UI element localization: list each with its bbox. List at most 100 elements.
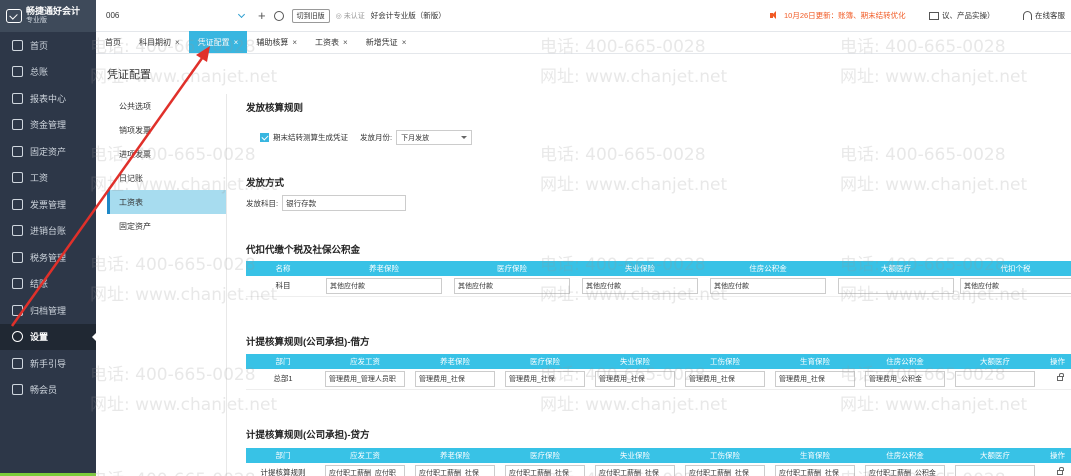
subject-input[interactable]: 管理费用_管理人员职: [325, 370, 405, 387]
subject-input[interactable]: 管理费用_社保: [685, 370, 765, 387]
close-icon[interactable]: ×: [402, 38, 407, 47]
subject-input[interactable]: 管理费用_社保: [775, 370, 855, 387]
sidebar-item-1[interactable]: 总账: [0, 59, 96, 86]
table-header-row: 部门 应发工资 养老保险 医疗保险 失业保险 工伤保险 生育保险 住房公积金 大额医疗 操作: [246, 354, 1071, 369]
submenu-item-0[interactable]: 公共选项: [107, 94, 226, 118]
submenu-item-2[interactable]: 进项发票: [107, 142, 226, 166]
subject-input[interactable]: 应付职工薪酬_社保: [505, 464, 585, 476]
subject-input[interactable]: 应付职工薪酬_应付职: [325, 464, 405, 476]
sidebar-item-12[interactable]: 新手引导: [0, 350, 96, 377]
subject-input[interactable]: 其他应付款: [710, 277, 826, 294]
plus-icon[interactable]: +: [258, 8, 266, 23]
sidebar-item-label: 总账: [30, 67, 49, 78]
column-header: 失业保险: [590, 354, 680, 369]
ledger-icon: [12, 66, 23, 78]
update-notice[interactable]: 10月26日更新：账簿、期末结转优化: [770, 10, 906, 21]
sidebar-item-label: 畅会员: [30, 385, 58, 396]
subject-input[interactable]: 应付职工薪酬_社保: [595, 464, 675, 476]
table-cell: 应付职工薪酬_应付职: [320, 463, 410, 476]
tab-0[interactable]: 首页: [96, 31, 130, 53]
logo[interactable]: 畅捷通好会计 专业版: [0, 0, 96, 32]
column-header: 生育保险: [770, 354, 860, 369]
submenu-item-5[interactable]: 固定资产: [107, 214, 226, 238]
subject-input[interactable]: 其他应付款: [326, 277, 442, 294]
submenu-item-1[interactable]: 销项发票: [107, 118, 226, 142]
subject-input[interactable]: 应付职工薪酬_社保: [685, 464, 765, 476]
gear-icon: [12, 331, 23, 343]
tab-2[interactable]: 凭证配置 ×: [188, 31, 248, 53]
payout-method-title: 发放方式: [246, 178, 285, 189]
column-header: 大额医疗: [950, 448, 1040, 463]
subject-input[interactable]: 其他应付款: [454, 277, 570, 294]
lock-icon[interactable]: [1057, 373, 1064, 382]
withholding-table: 名称 养老保险 医疗保险 失业保险 住房公积金 大额医疗 代扣个税 科目 其他应付款 其他应付款其…: [246, 261, 1071, 297]
table-cell: 管理费用_社保: [770, 369, 860, 390]
column-header: 失业保险: [576, 261, 704, 276]
subject-input[interactable]: [955, 464, 1035, 476]
sidebar-item-label: 发票管理: [30, 199, 67, 210]
close-icon[interactable]: ×: [343, 38, 348, 47]
sidebar-item-label: 进销台账: [30, 226, 67, 237]
sidebar: 畅捷通好会计 专业版 首页总账报表中心资金管理 固定资产 工资发票管理进销台账税务管…: [0, 0, 96, 476]
sidebar-nav: 首页总账报表中心资金管理 固定资产 工资发票管理进销台账税务管理 结账 归档管理设置新手…: [0, 32, 96, 403]
column-header: 操作: [1040, 354, 1071, 369]
payout-month-select[interactable]: 下月发放: [396, 130, 473, 145]
subject-input[interactable]: 管理费用_社保: [595, 370, 675, 387]
lock-icon[interactable]: [1057, 467, 1064, 476]
close-icon[interactable]: ×: [292, 38, 297, 47]
tab-5[interactable]: 新增凭证 ×: [357, 31, 416, 53]
subject-input[interactable]: 应付职工薪酬_社保: [775, 464, 855, 476]
tab-label: 辅助核算: [256, 37, 289, 47]
subject-input[interactable]: [955, 370, 1035, 387]
subject-input[interactable]: [838, 277, 954, 294]
subject-input[interactable]: 管理费用_公积金: [865, 370, 945, 387]
subject-input[interactable]: 其他应付款: [582, 277, 698, 294]
settings-gear-icon[interactable]: [273, 10, 284, 21]
column-header: 养老保险: [320, 261, 448, 276]
subject-input[interactable]: 管理费用_社保: [415, 370, 495, 387]
sidebar-item-0[interactable]: 首页: [0, 32, 96, 59]
switch-old-version-button[interactable]: 切到旧版: [291, 8, 330, 23]
sidebar-item-10[interactable]: 归档管理: [0, 297, 96, 324]
sidebar-item-2[interactable]: 报表中心: [0, 85, 96, 112]
sidebar-item-13[interactable]: 畅会员: [0, 377, 96, 404]
close-icon[interactable]: ×: [234, 38, 239, 47]
tab-label: 首页: [105, 37, 121, 47]
submenu-item-3[interactable]: 日记账: [107, 166, 226, 190]
sidebar-item-6[interactable]: 发票管理: [0, 191, 96, 218]
subject-input[interactable]: 管理费用_社保: [505, 370, 585, 387]
dropdown-arrow-icon: [461, 136, 468, 142]
sidebar-item-3[interactable]: 资金管理: [0, 112, 96, 139]
submenu-item-4[interactable]: 工资表: [107, 190, 226, 214]
subject-input[interactable]: 应付职工薪酬_社保: [415, 464, 495, 476]
sidebar-item-label: 报表中心: [30, 93, 67, 104]
sidebar-item-4[interactable]: 固定资产: [0, 138, 96, 165]
month-label: 发放月份:: [360, 133, 393, 142]
sidebar-item-5[interactable]: 工资: [0, 165, 96, 192]
company-select[interactable]: 006: [102, 6, 248, 26]
period-end-voucher-checkbox[interactable]: [260, 133, 269, 142]
table-header-row: 部门 应发工资 养老保险 医疗保险 失业保险 工伤保险 生育保险 住房公积金 大额医疗 操作: [246, 448, 1071, 463]
payout-subject-input[interactable]: 银行存款: [282, 195, 407, 211]
sidebar-item-7[interactable]: 进销台账: [0, 218, 96, 245]
online-service-button[interactable]: 在线客服: [1023, 10, 1065, 21]
shield-icon: ◎: [335, 12, 342, 20]
tab-4[interactable]: 工资表 ×: [306, 31, 357, 53]
config-submenu: 公共选项 销项发票 进项发票 日记账 工资表 固定资产: [107, 94, 227, 476]
feedback-link[interactable]: 议、产品实操）: [929, 10, 995, 21]
tab-label: 新增凭证: [365, 37, 398, 47]
tab-3[interactable]: 辅助核算 ×: [247, 31, 306, 53]
sidebar-item-8[interactable]: 税务管理: [0, 244, 96, 271]
sidebar-item-label: 设置: [30, 332, 49, 343]
close-icon[interactable]: ×: [175, 38, 180, 47]
subject-input[interactable]: 应付职工薪酬_公积金: [865, 464, 945, 476]
logo-edition: 专业版: [26, 17, 47, 25]
verify-status[interactable]: ◎ 未认证: [336, 11, 365, 21]
edition-label: 好会计专业版（新版）: [370, 11, 446, 20]
sidebar-item-9[interactable]: 结账: [0, 271, 96, 298]
subject-input[interactable]: 其他应付款: [960, 277, 1071, 294]
tab-1[interactable]: 科目期初 ×: [130, 31, 189, 53]
sidebar-item-11[interactable]: 设置: [0, 323, 96, 350]
table-cell: 管理费用_公积金: [860, 369, 950, 390]
tab-label: 工资表: [315, 37, 340, 47]
